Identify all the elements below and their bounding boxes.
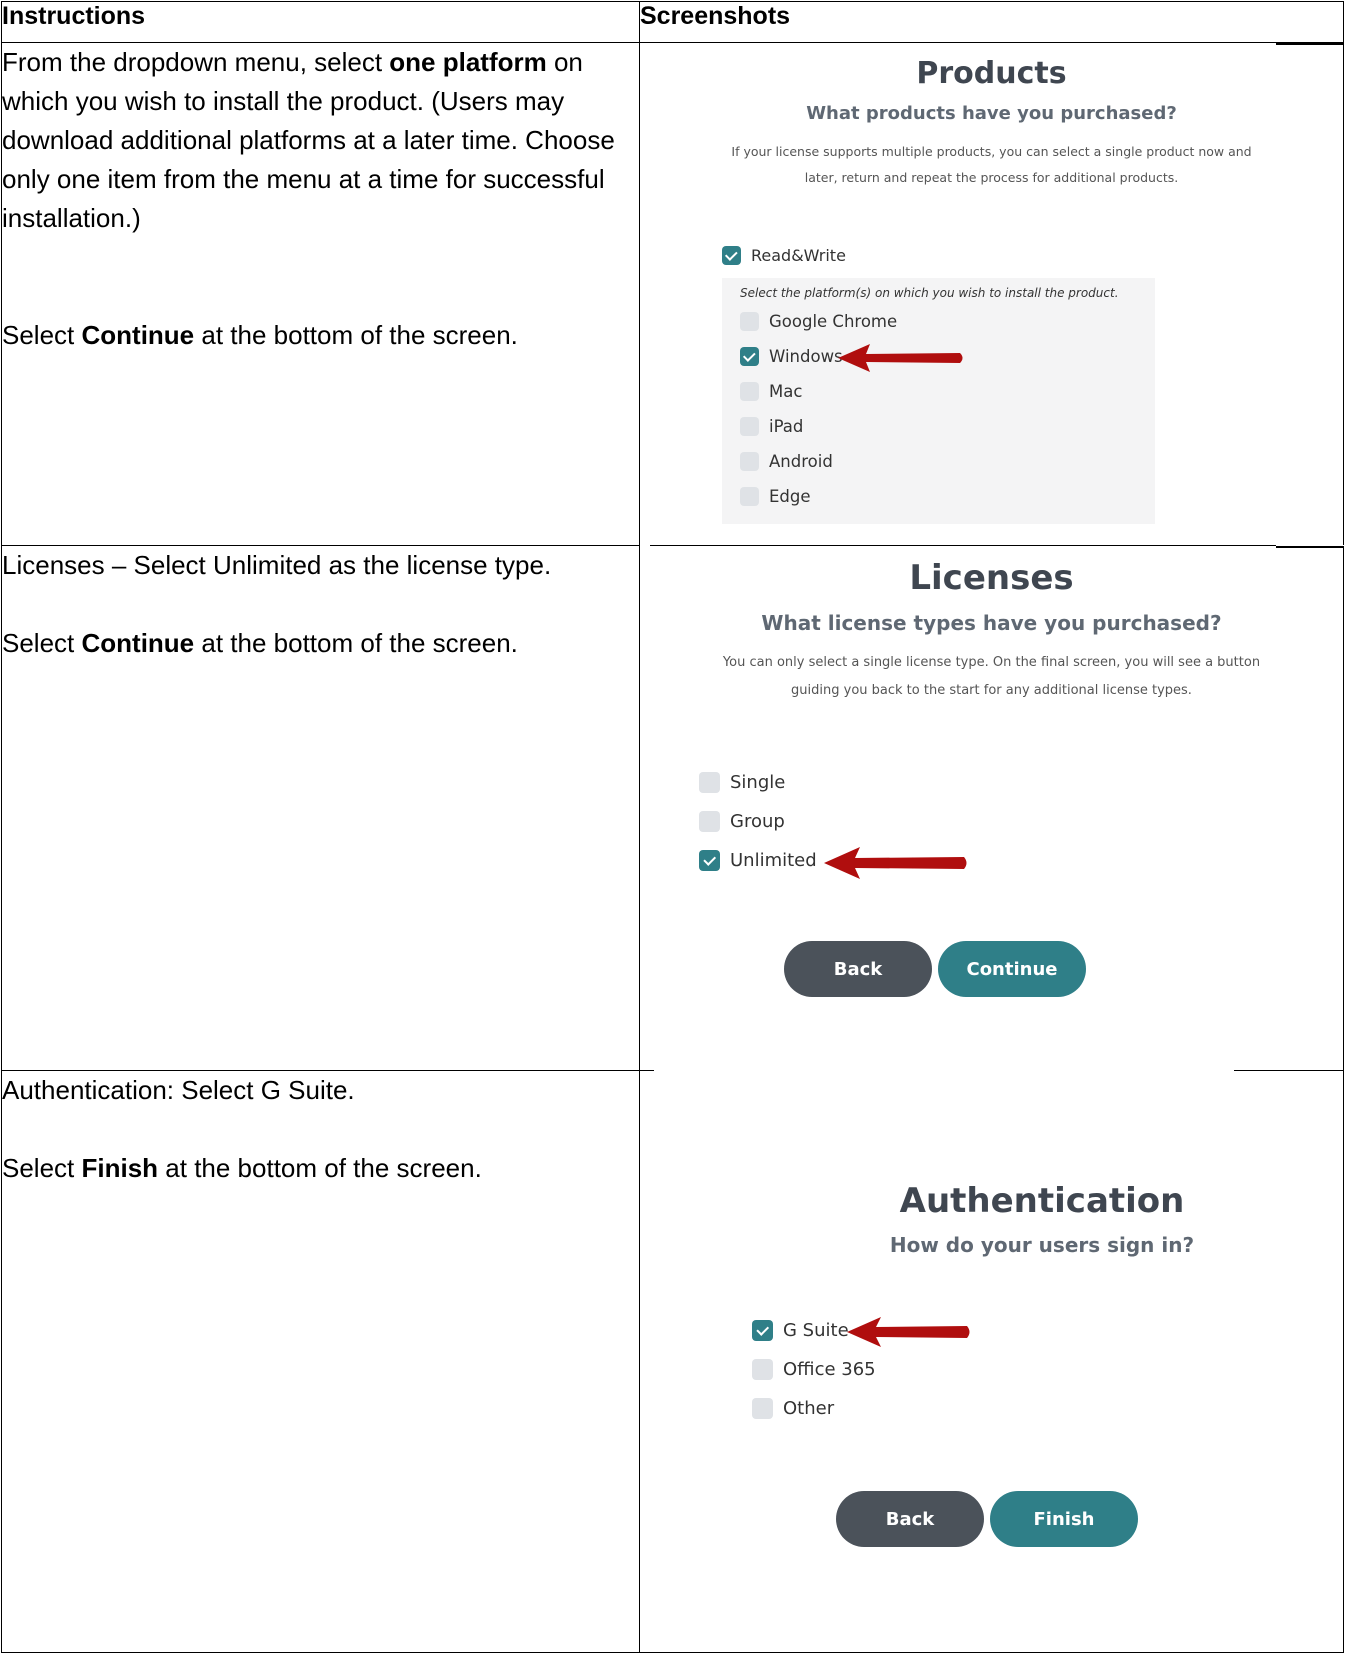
back-button[interactable]: Back: [784, 941, 932, 997]
table-row: From the dropdown menu, select one platf…: [1, 42, 1344, 546]
auth-g-suite[interactable]: G Suite: [752, 1320, 849, 1341]
licenses-description-2: guiding you back to the start for any ad…: [791, 683, 1192, 698]
license-unlimited[interactable]: Unlimited: [699, 850, 817, 871]
platform-ipad[interactable]: iPad: [740, 417, 803, 436]
finish-instruction: Select Finish at the bottom of the scree…: [2, 1153, 482, 1183]
checkbox-checked-icon[interactable]: [699, 850, 720, 871]
red-arrow-icon: [838, 344, 963, 372]
auth-subtitle: How do your users sign in?: [889, 1233, 1195, 1257]
instruction-text: From the dropdown menu, select one platf…: [2, 47, 615, 233]
continue-instruction: Select Continue at the bottom of the scr…: [2, 628, 518, 658]
products-title: Products: [916, 56, 1067, 91]
red-arrow-icon: [824, 847, 967, 879]
checkbox-checked-icon[interactable]: [752, 1320, 773, 1341]
checkbox-unchecked-icon[interactable]: [752, 1398, 773, 1419]
licenses-description-1: You can only select a single license typ…: [722, 655, 1261, 670]
licenses-screenshot: Licenses What license types have you pur…: [640, 545, 1345, 1070]
header-screenshots: Screenshots: [639, 1, 1344, 43]
table-row: Authentication: Select G Suite. Select F…: [1, 1070, 1344, 1653]
auth-other[interactable]: Other: [752, 1398, 834, 1419]
screenshot-cell: Authentication How do your users sign in…: [639, 1070, 1344, 1653]
finish-button[interactable]: Finish: [990, 1491, 1138, 1547]
header-instructions: Instructions: [1, 1, 640, 43]
license-single[interactable]: Single: [699, 772, 785, 793]
licenses-subtitle: What license types have you purchased?: [761, 611, 1222, 635]
checkbox-unchecked-icon[interactable]: [752, 1359, 773, 1380]
continue-instruction: Select Continue at the bottom of the scr…: [2, 320, 518, 350]
products-description-1: If your license supports multiple produc…: [731, 144, 1252, 159]
checkbox-unchecked-icon[interactable]: [740, 487, 759, 506]
screenshot-cell: Licenses What license types have you pur…: [639, 545, 1345, 1071]
checkbox-checked-icon[interactable]: [740, 347, 759, 366]
products-description-2: later, return and repeat the process for…: [804, 170, 1179, 185]
products-subtitle: What products have you purchased?: [806, 103, 1177, 124]
back-button[interactable]: Back: [836, 1491, 984, 1547]
auth-title: Authentication: [899, 1181, 1185, 1221]
license-group[interactable]: Group: [699, 811, 785, 832]
instruction-cell: Authentication: Select G Suite. Select F…: [1, 1070, 640, 1653]
auth-office-365[interactable]: Office 365: [752, 1359, 876, 1380]
instruction-text: Licenses – Select Unlimited as the licen…: [2, 550, 552, 580]
instruction-table: Instructions Screenshots From the dropdo…: [1, 1, 1345, 1653]
checkbox-unchecked-icon[interactable]: [740, 382, 759, 401]
authentication-screenshot: Authentication How do your users sign in…: [640, 1070, 1343, 1652]
checkbox-unchecked-icon[interactable]: [740, 417, 759, 436]
licenses-title: Licenses: [909, 558, 1074, 598]
platform-edge[interactable]: Edge: [740, 487, 811, 506]
screenshot-cell: Products What products have you purchase…: [639, 42, 1344, 546]
products-screenshot: Products What products have you purchase…: [640, 43, 1344, 545]
continue-button[interactable]: Continue: [938, 941, 1086, 997]
checkbox-unchecked-icon[interactable]: [740, 312, 759, 331]
platform-prompt: Select the platform(s) on which you wish…: [740, 286, 1119, 300]
checkbox-unchecked-icon[interactable]: [699, 772, 720, 793]
product-read-write[interactable]: Read&Write: [722, 246, 846, 265]
platform-android[interactable]: Android: [740, 452, 833, 471]
checkbox-unchecked-icon[interactable]: [699, 811, 720, 832]
checkbox-checked-icon[interactable]: [722, 246, 741, 265]
instruction-cell: Licenses – Select Unlimited as the licen…: [1, 545, 640, 1071]
table-row: Licenses – Select Unlimited as the licen…: [1, 545, 1345, 1071]
instruction-text: Authentication: Select G Suite.: [2, 1075, 355, 1105]
checkbox-unchecked-icon[interactable]: [740, 452, 759, 471]
platform-mac[interactable]: Mac: [740, 382, 802, 401]
instruction-cell: From the dropdown menu, select one platf…: [1, 42, 640, 546]
red-arrow-icon: [847, 1317, 970, 1347]
platform-google-chrome[interactable]: Google Chrome: [740, 312, 897, 331]
platform-windows[interactable]: Windows: [740, 347, 843, 366]
